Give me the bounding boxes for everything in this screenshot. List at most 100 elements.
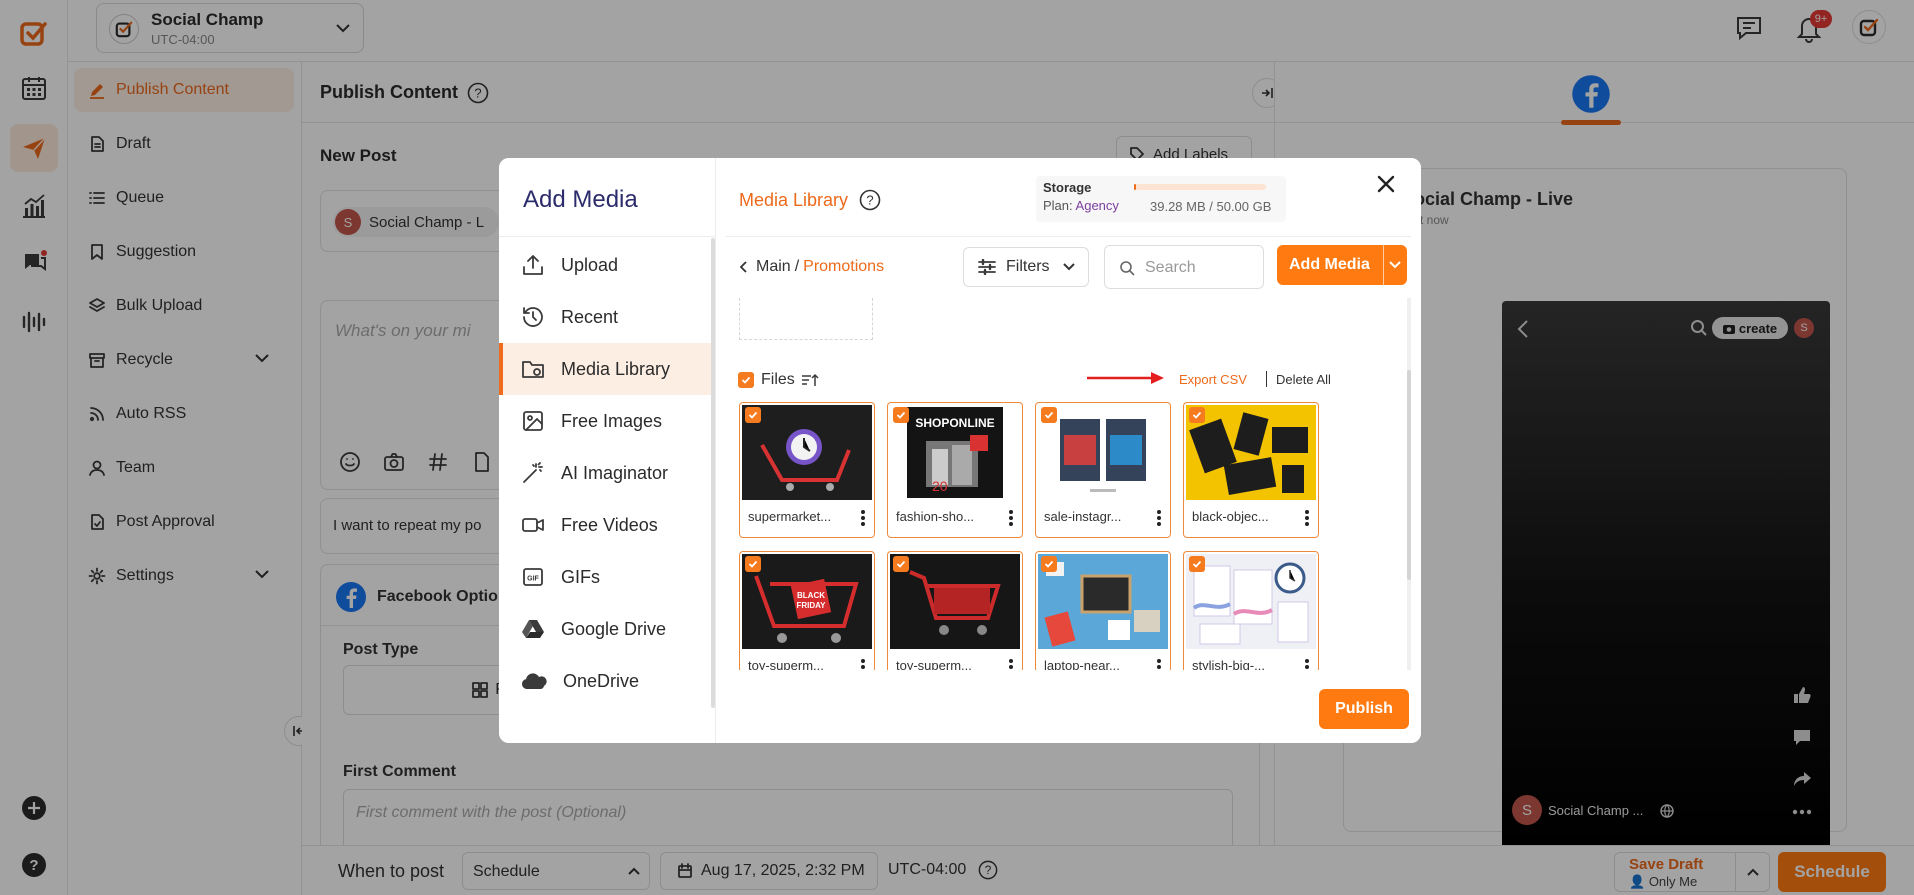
more-vertical-icon[interactable] — [1304, 658, 1310, 670]
breadcrumb-current: Promotions — [803, 258, 885, 275]
select-all-checkbox[interactable] — [738, 372, 754, 388]
pointer-arrow-icon — [1087, 372, 1164, 384]
storage-widget: Storage Plan: Agency 39.28 MB / 50.00 GB — [1036, 176, 1286, 222]
storage-bar — [1134, 184, 1266, 190]
divider — [499, 236, 716, 237]
source-recent[interactable]: Recent — [499, 291, 711, 343]
source-label: AI Imaginator — [561, 462, 669, 483]
search-placeholder: Search — [1145, 259, 1196, 276]
check-icon — [741, 376, 751, 384]
file-tile[interactable]: stylish-big-... — [1183, 551, 1319, 670]
file-tile[interactable]: sale-instagr... — [1035, 402, 1171, 538]
media-source-list: Add Media Upload Recent Media Library Fr… — [499, 158, 716, 743]
source-onedrive[interactable]: OneDrive — [499, 655, 711, 707]
file-checkbox[interactable] — [745, 407, 761, 423]
image-icon — [523, 411, 543, 431]
publish-button[interactable]: Publish — [1319, 689, 1409, 729]
files-scrollbar-track[interactable] — [1407, 298, 1411, 670]
divider — [1383, 245, 1384, 285]
file-thumbnail — [742, 405, 872, 500]
plan-name: Agency — [1075, 198, 1119, 213]
source-free-images[interactable]: Free Images — [499, 395, 711, 447]
svg-text:FRIDAY: FRIDAY — [796, 601, 826, 610]
onedrive-icon — [521, 673, 547, 689]
file-checkbox[interactable] — [1041, 556, 1057, 572]
source-gifs[interactable]: GIF GIFs — [499, 551, 711, 603]
more-vertical-icon[interactable] — [860, 509, 866, 527]
add-media-label: Add Media — [1289, 256, 1370, 273]
svg-text:20: 20 — [932, 478, 948, 494]
filters-label: Filters — [1006, 258, 1050, 275]
chevron-down-icon[interactable] — [1388, 260, 1402, 270]
source-free-videos[interactable]: Free Videos — [499, 499, 711, 551]
more-vertical-icon[interactable] — [1156, 658, 1162, 670]
file-checkbox[interactable] — [1189, 556, 1205, 572]
svg-text:BLACK: BLACK — [797, 591, 825, 600]
storage-label: Storage — [1043, 180, 1092, 195]
source-label: Free Images — [561, 410, 663, 431]
file-tile[interactable]: black-objec... — [1183, 402, 1319, 538]
files-grid: supermarket... SHOPONLINE 20 fashion-sho.… — [726, 402, 1401, 670]
file-checkbox[interactable] — [1189, 407, 1205, 423]
source-label: Upload — [561, 254, 619, 275]
search-input[interactable]: Search — [1104, 245, 1264, 289]
source-upload[interactable]: Upload — [499, 239, 711, 291]
file-tile[interactable]: supermarket... — [739, 402, 875, 538]
modal-title: Add Media — [523, 186, 638, 213]
source-label: Recent — [561, 306, 619, 327]
file-name: fashion-sho... — [896, 509, 975, 524]
storage-bar-fill — [1134, 184, 1136, 190]
file-name: black-objec... — [1192, 509, 1269, 524]
more-vertical-icon[interactable] — [1008, 509, 1014, 527]
media-library-title: Media Library — [739, 190, 849, 210]
magic-wand-icon — [523, 462, 543, 483]
delete-all-link[interactable]: Delete All — [1276, 372, 1331, 387]
breadcrumb-root[interactable]: Main — [756, 258, 791, 276]
more-vertical-icon[interactable] — [860, 658, 866, 670]
help-circle-icon[interactable]: ? — [859, 189, 881, 211]
file-tile[interactable]: SHOPONLINE 20 fashion-sho... — [887, 402, 1023, 538]
file-thumbnail — [1186, 554, 1316, 649]
file-name: sale-instagr... — [1044, 509, 1122, 524]
add-media-modal: Add Media Upload Recent Media Library Fr… — [499, 158, 1421, 743]
google-drive-icon — [522, 620, 544, 638]
source-media-library[interactable]: Media Library — [499, 343, 711, 395]
file-thumbnail — [1186, 405, 1316, 500]
file-checkbox[interactable] — [893, 407, 909, 423]
breadcrumb-separator: / — [794, 258, 800, 275]
back-chevron-icon[interactable] — [738, 260, 750, 274]
file-thumbnail — [1038, 554, 1168, 649]
more-vertical-icon[interactable] — [1008, 658, 1014, 670]
file-checkbox[interactable] — [1041, 407, 1057, 423]
file-tile[interactable]: BLACK FRIDAY toy-superm... — [739, 551, 875, 670]
file-name: stylish-big-... — [1192, 658, 1265, 670]
file-checkbox[interactable] — [745, 556, 761, 572]
sort-icon[interactable] — [801, 372, 819, 388]
source-label: OneDrive — [563, 670, 640, 691]
divider — [726, 236, 1411, 237]
close-icon[interactable] — [1374, 172, 1398, 196]
file-thumbnail: SHOPONLINE 20 — [890, 405, 1020, 500]
chevron-down-icon — [1062, 263, 1075, 271]
add-media-button[interactable]: Add Media — [1277, 245, 1407, 285]
files-scrollbar-thumb[interactable] — [1407, 370, 1411, 580]
file-thumbnail: BLACK FRIDAY — [742, 554, 872, 649]
storage-usage: 39.28 MB / 50.00 GB — [1150, 199, 1272, 214]
folder-icon — [522, 361, 544, 378]
filters-button[interactable]: Filters — [963, 247, 1089, 287]
file-checkbox[interactable] — [893, 556, 909, 572]
source-list-scrollbar[interactable] — [711, 238, 715, 708]
source-google-drive[interactable]: Google Drive — [499, 603, 711, 655]
file-tile[interactable]: laptop-near... — [1035, 551, 1171, 670]
export-csv-link[interactable]: Export CSV — [1179, 372, 1247, 387]
file-name: supermarket... — [748, 509, 832, 524]
source-ai-imaginator[interactable]: AI Imaginator — [499, 447, 711, 499]
breadcrumb: Main / Promotions — [738, 258, 884, 276]
more-vertical-icon[interactable] — [1304, 509, 1310, 527]
file-name: toy-superm... — [748, 658, 824, 670]
history-icon — [523, 307, 543, 327]
file-name: toy-superm... — [896, 658, 972, 670]
file-tile[interactable]: toy-superm... — [887, 551, 1023, 670]
more-vertical-icon[interactable] — [1156, 509, 1162, 527]
svg-text:SHOPONLINE: SHOPONLINE — [915, 416, 994, 430]
